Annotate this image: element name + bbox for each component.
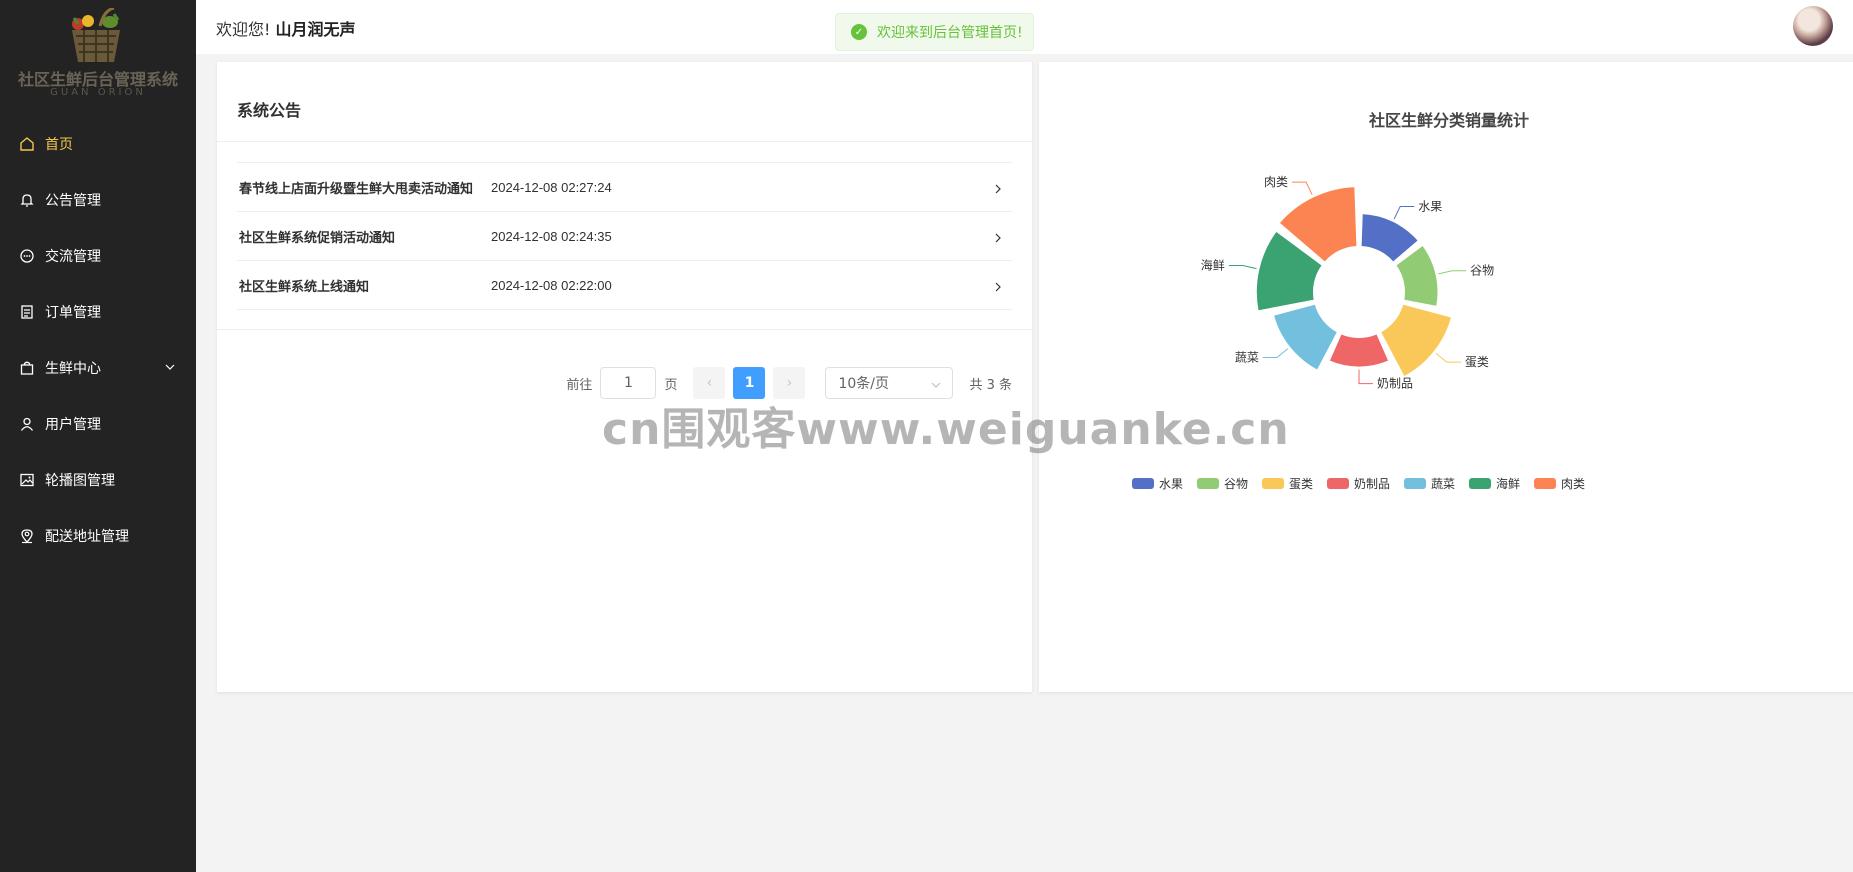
- notice-row-date: 2024-12-08 02:22:00: [491, 277, 612, 293]
- chart-panel: 社区生鲜分类销量统计 水果 谷物 蛋类 奶制品 蔬菜 海鲜 肉类 水果 谷物 蛋类 奶制品 蔬菜 海鲜肉…: [1039, 62, 1853, 692]
- label-line-0: [1393, 205, 1415, 220]
- notice-row-date: 2024-12-08 02:27:24: [491, 179, 612, 195]
- legend-swatch-6[interactable]: [1534, 478, 1556, 489]
- greeting-label: 欢迎您!: [216, 20, 271, 39]
- legend-label-1[interactable]: 谷物: [1224, 477, 1248, 491]
- home-icon: [19, 136, 35, 152]
- list-divider: [217, 329, 1032, 330]
- sidebar-item-label: 轮播图管理: [45, 473, 115, 489]
- sidebar-item-label: 配送地址管理: [45, 529, 129, 545]
- document-icon: [19, 304, 35, 320]
- sidebar-item-label: 生鲜中心: [45, 361, 101, 377]
- pie-label-3: 奶制品: [1377, 377, 1413, 391]
- legend-swatch-4[interactable]: [1404, 478, 1426, 489]
- goto-label: 前往: [566, 377, 593, 393]
- pie-label-2: 蛋类: [1465, 355, 1489, 369]
- toast-message: 欢迎来到后台管理首页!: [877, 25, 1023, 41]
- label-line-6: [1292, 181, 1313, 195]
- legend-swatch-0[interactable]: [1132, 478, 1154, 489]
- avatar[interactable]: [1793, 6, 1833, 46]
- page-unit-label: 页: [664, 377, 678, 393]
- legend-label-3[interactable]: 奶制品: [1354, 477, 1390, 491]
- username: 山月润无声: [275, 20, 356, 39]
- label-line-1: [1438, 270, 1467, 275]
- notice-list: 春节线上店面升级暨生鲜大甩卖活动通知 2024-12-08 02:27:24 社…: [237, 162, 1012, 310]
- label-line-5: [1228, 264, 1257, 270]
- sidebar-item-label: 公告管理: [45, 193, 101, 209]
- notice-row-date: 2024-12-08 02:24:35: [491, 228, 612, 244]
- legend-label-4[interactable]: 蔬菜: [1431, 477, 1455, 491]
- sidebar-item-label: 交流管理: [45, 249, 101, 265]
- sidebar-item-carousel[interactable]: 轮播图管理: [0, 452, 196, 508]
- notice-row[interactable]: 社区生鲜系统促销活动通知 2024-12-08 02:24:35: [237, 212, 1012, 261]
- pie-label-0: 水果: [1418, 199, 1442, 213]
- sidebar-item-label: 首页: [45, 137, 73, 153]
- legend-label-0[interactable]: 水果: [1159, 477, 1183, 491]
- sidebar-item-orders[interactable]: 订单管理: [0, 284, 196, 340]
- chevron-down-icon: [164, 361, 176, 377]
- pie-label-4: 蔬菜: [1235, 351, 1259, 365]
- sidebar: 社区生鲜后台管理系统 GUAN ORION 首页 公告管理 交流管理 订单管理 …: [0, 0, 196, 872]
- legend-label-5[interactable]: 海鲜: [1496, 476, 1520, 491]
- logo: 社区生鲜后台管理系统 GUAN ORION: [0, 0, 196, 104]
- page-size-value: 10条/页: [838, 376, 889, 392]
- pie-label-5: 海鲜: [1201, 257, 1225, 272]
- legend-label-2[interactable]: 蛋类: [1289, 477, 1313, 491]
- label-line-2: [1435, 352, 1461, 363]
- success-toast: ✓ 欢迎来到后台管理首页!: [835, 13, 1034, 51]
- legend-swatch-2[interactable]: [1262, 478, 1284, 489]
- sidebar-item-address[interactable]: 配送地址管理: [0, 508, 196, 564]
- legend-swatch-3[interactable]: [1327, 478, 1349, 489]
- notice-panel: 系统公告 春节线上店面升级暨生鲜大甩卖活动通知 2024-12-08 02:27…: [217, 62, 1032, 692]
- legend-swatch-1[interactable]: [1197, 478, 1219, 489]
- user-icon: [19, 416, 35, 432]
- pie-label-1: 谷物: [1470, 264, 1494, 278]
- sidebar-item-users[interactable]: 用户管理: [0, 396, 196, 452]
- check-circle-icon: ✓: [851, 24, 867, 40]
- notice-title: 系统公告: [217, 62, 1032, 142]
- picture-icon: [19, 472, 35, 488]
- pie-slice-2[interactable]: [1378, 302, 1454, 379]
- welcome-text: 欢迎您! 山月润无声: [216, 16, 356, 40]
- notice-row-title: 社区生鲜系统上线通知: [239, 279, 370, 295]
- sidebar-item-label: 订单管理: [45, 305, 101, 321]
- sidebar-item-label: 用户管理: [45, 417, 101, 433]
- pie-label-6: 肉类: [1264, 175, 1288, 189]
- chevron-right-icon: [992, 180, 1004, 199]
- location-icon: [19, 528, 35, 544]
- pie-chart: 水果谷物蛋类奶制品蔬菜海鲜肉类水果 谷物 蛋类 奶制品 蔬菜 海鲜 肉类: [1132, 175, 1585, 491]
- sidebar-item-home[interactable]: 首页: [0, 116, 196, 172]
- notice-row[interactable]: 春节线上店面升级暨生鲜大甩卖活动通知 2024-12-08 02:27:24: [237, 163, 1012, 212]
- sidebar-item-fresh-center[interactable]: 生鲜中心: [0, 340, 196, 396]
- legend-swatch-5[interactable]: [1469, 478, 1491, 489]
- chevron-right-icon: [992, 229, 1004, 248]
- legend-label-6[interactable]: 肉类: [1561, 477, 1585, 491]
- pie-slice-3[interactable]: [1327, 332, 1391, 369]
- notice-row-title: 春节线上店面升级暨生鲜大甩卖活动通知: [239, 181, 474, 197]
- notice-row-title: 社区生鲜系统促销活动通知: [239, 230, 396, 246]
- sidebar-menu: 首页 公告管理 交流管理 订单管理 生鲜中心 用户管理 轮播图管理 配送地址管理: [0, 116, 196, 564]
- label-line-3: [1358, 369, 1373, 385]
- app-subtitle: GUAN ORION: [50, 87, 146, 98]
- watermark-text: cn围观客www.weiguanke.cn: [602, 404, 1290, 455]
- basket-logo-icon: [72, 8, 120, 62]
- notice-row[interactable]: 社区生鲜系统上线通知 2024-12-08 02:22:00: [237, 261, 1012, 310]
- sidebar-item-notice[interactable]: 公告管理: [0, 172, 196, 228]
- sidebar-item-forum[interactable]: 交流管理: [0, 228, 196, 284]
- bag-icon: [19, 360, 35, 376]
- chat-icon: [19, 248, 35, 264]
- total-count: 共 3 条: [969, 377, 1012, 393]
- label-line-4: [1262, 348, 1289, 359]
- chevron-right-icon: [992, 278, 1004, 297]
- bell-icon: [19, 192, 35, 208]
